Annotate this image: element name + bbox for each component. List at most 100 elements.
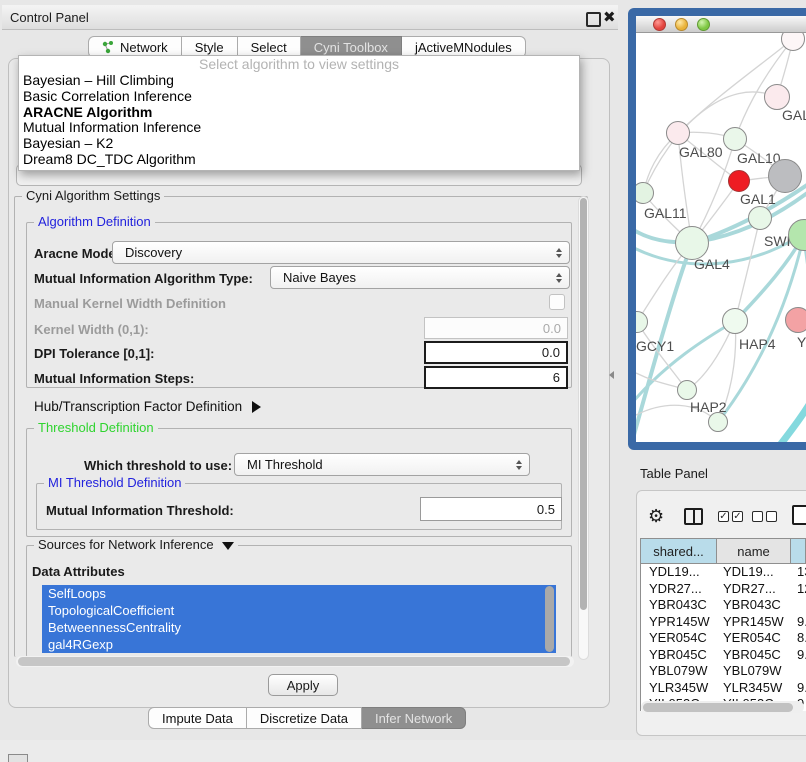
hub-definition-expander[interactable]: Hub/Transcription Factor Definition xyxy=(34,399,261,414)
table-cell: YBR045C xyxy=(641,647,723,664)
dropdown-placeholder: Select algorithm to view settings xyxy=(19,56,579,73)
network-node-gal10[interactable] xyxy=(723,127,747,151)
network-node-swi4[interactable] xyxy=(748,206,772,230)
network-node-gal1[interactable] xyxy=(728,170,750,192)
scrollbar-thumb[interactable] xyxy=(580,198,587,610)
unchecked-checkbox-icon[interactable] xyxy=(752,511,763,522)
tab-infer-network[interactable]: Infer Network xyxy=(362,707,466,729)
table-cell: 9. xyxy=(795,647,806,664)
table-cell: YER054C xyxy=(723,630,795,647)
spinner-arrows-icon xyxy=(556,248,562,258)
network-canvas[interactable]: GALGAL80GAL10GAL1GAL11SWI4GAL4GCY1HAP4YH… xyxy=(636,33,806,442)
mi-threshold-input[interactable]: 0.5 xyxy=(420,497,562,521)
table-row[interactable]: YPR145WYPR145W9. xyxy=(641,614,806,631)
scrollbar-thumb[interactable] xyxy=(643,703,793,712)
close-traffic-light-icon[interactable] xyxy=(653,18,666,31)
bottom-strip xyxy=(0,740,806,762)
manual-kernel-checkbox[interactable] xyxy=(549,294,565,310)
aracne-mode-value: Discovery xyxy=(125,245,182,260)
network-node[interactable] xyxy=(708,412,728,432)
network-node-gal4[interactable] xyxy=(675,226,709,260)
dpi-tolerance-value: 0.0 xyxy=(542,345,560,360)
table-cell: YDL19... xyxy=(641,564,723,581)
algorithm-option[interactable]: Basic Correlation Inference xyxy=(19,89,579,105)
split-pane-handle-icon[interactable] xyxy=(609,371,614,379)
mi-steps-input[interactable]: 6 xyxy=(424,366,568,389)
table-cell: 9. xyxy=(795,680,806,697)
table-row[interactable]: YER054CYER054C8. xyxy=(641,630,806,647)
gear-icon[interactable]: ⚙ xyxy=(648,506,664,527)
kernel-width-input[interactable]: 0.0 xyxy=(424,317,568,339)
data-attribute-item[interactable]: SelfLoops xyxy=(42,585,556,602)
settings-horizontal-scrollbar[interactable] xyxy=(16,656,574,667)
checked-checkbox-icon[interactable]: ✓ xyxy=(732,511,743,522)
mi-threshold-value: 0.5 xyxy=(537,502,555,517)
node-label: GAL4 xyxy=(694,256,730,272)
column-header-shared[interactable]: shared... xyxy=(641,539,717,563)
collapsed-panel-button[interactable] xyxy=(8,754,28,762)
tab-label: Impute Data xyxy=(162,711,233,726)
settings-vertical-scrollbar[interactable] xyxy=(578,196,589,660)
table-row[interactable]: YBR045CYBR045C9. xyxy=(641,647,806,664)
which-threshold-select[interactable]: MI Threshold xyxy=(234,453,530,476)
apply-label: Apply xyxy=(287,678,320,693)
table-row[interactable]: YDL19...YDL19...13 xyxy=(641,564,806,581)
data-attribute-item[interactable]: TopologicalCoefficient xyxy=(42,602,556,619)
algorithm-option[interactable]: Mutual Information Inference xyxy=(19,120,579,136)
algorithm-option[interactable]: ARACNE Algorithm xyxy=(19,105,579,121)
checked-checkbox-icon[interactable]: ✓ xyxy=(718,511,729,522)
apply-button[interactable]: Apply xyxy=(268,674,338,696)
table-cell: YBR045C xyxy=(723,647,795,664)
column-header-name[interactable]: name xyxy=(717,539,791,563)
expanded-arrow-icon xyxy=(222,542,234,550)
kernel-width-value: 0.0 xyxy=(543,321,561,336)
data-attribute-item[interactable]: gal4RGexp xyxy=(42,636,556,653)
node-label: Y xyxy=(797,334,806,350)
algorithm-option[interactable]: Bayesian – Hill Climbing xyxy=(19,73,579,89)
network-node-gal80[interactable] xyxy=(666,121,690,145)
mi-type-select[interactable]: Naive Bayes xyxy=(270,266,570,289)
table-row[interactable]: YBR043CYBR043C xyxy=(641,597,806,614)
network-window-titlebar[interactable] xyxy=(636,16,806,33)
scrollbar-thumb[interactable] xyxy=(18,657,570,666)
mi-type-value: Naive Bayes xyxy=(283,270,356,285)
float-window-icon[interactable] xyxy=(586,12,601,27)
close-icon[interactable]: ✖ xyxy=(603,8,616,26)
algorithm-options-list: Bayesian – Hill ClimbingBasic Correlatio… xyxy=(19,73,579,168)
table-cell: 12 xyxy=(795,581,806,598)
algorithm-option[interactable]: Dream8 DC_TDC Algorithm xyxy=(19,152,579,168)
spinner-arrows-icon xyxy=(556,273,562,283)
data-attribute-item[interactable]: BetweennessCentrality xyxy=(42,619,556,636)
table-row[interactable]: YLR345WYLR345W9. xyxy=(641,680,806,697)
table-row[interactable]: YBL079WYBL079W xyxy=(641,663,806,680)
mi-threshold-label: Mutual Information Threshold: xyxy=(46,503,234,518)
data-attributes-label: Data Attributes xyxy=(32,564,125,579)
table-panel-title: Table Panel xyxy=(640,466,708,481)
sources-title-label: Sources for Network Inference xyxy=(38,537,214,552)
table-cell: YPR145W xyxy=(641,614,723,631)
document-icon[interactable] xyxy=(792,505,806,525)
unchecked-checkbox-icon[interactable] xyxy=(766,511,777,522)
tab-impute-data[interactable]: Impute Data xyxy=(148,707,247,729)
algorithm-option[interactable]: Bayesian – K2 xyxy=(19,136,579,152)
dpi-tolerance-input[interactable]: 0.0 xyxy=(424,341,568,364)
minimize-traffic-light-icon[interactable] xyxy=(675,18,688,31)
network-node-hap4[interactable] xyxy=(722,308,748,334)
table-cell: YER054C xyxy=(641,630,723,647)
network-node-hap2[interactable] xyxy=(677,380,697,400)
tab-discretize-data[interactable]: Discretize Data xyxy=(247,707,362,729)
kernel-width-label: Kernel Width (0,1): xyxy=(34,322,149,337)
zoom-traffic-light-icon[interactable] xyxy=(697,18,710,31)
table-row[interactable]: YDR27...YDR27...12 xyxy=(641,581,806,598)
split-columns-icon[interactable] xyxy=(684,508,703,525)
table-horizontal-scrollbar[interactable] xyxy=(641,701,804,713)
network-node-y[interactable] xyxy=(785,307,806,333)
attributes-list-scrollbar[interactable] xyxy=(545,586,554,652)
aracne-mode-select[interactable]: Discovery xyxy=(112,241,570,264)
network-node[interactable] xyxy=(768,159,802,193)
sources-group-title[interactable]: Sources for Network Inference xyxy=(34,538,238,552)
node-label: GAL11 xyxy=(644,205,687,221)
column-header-third[interactable] xyxy=(791,539,805,563)
aracne-mode-label: Aracne Mode: xyxy=(34,246,120,261)
tab-label: Discretize Data xyxy=(260,711,348,726)
